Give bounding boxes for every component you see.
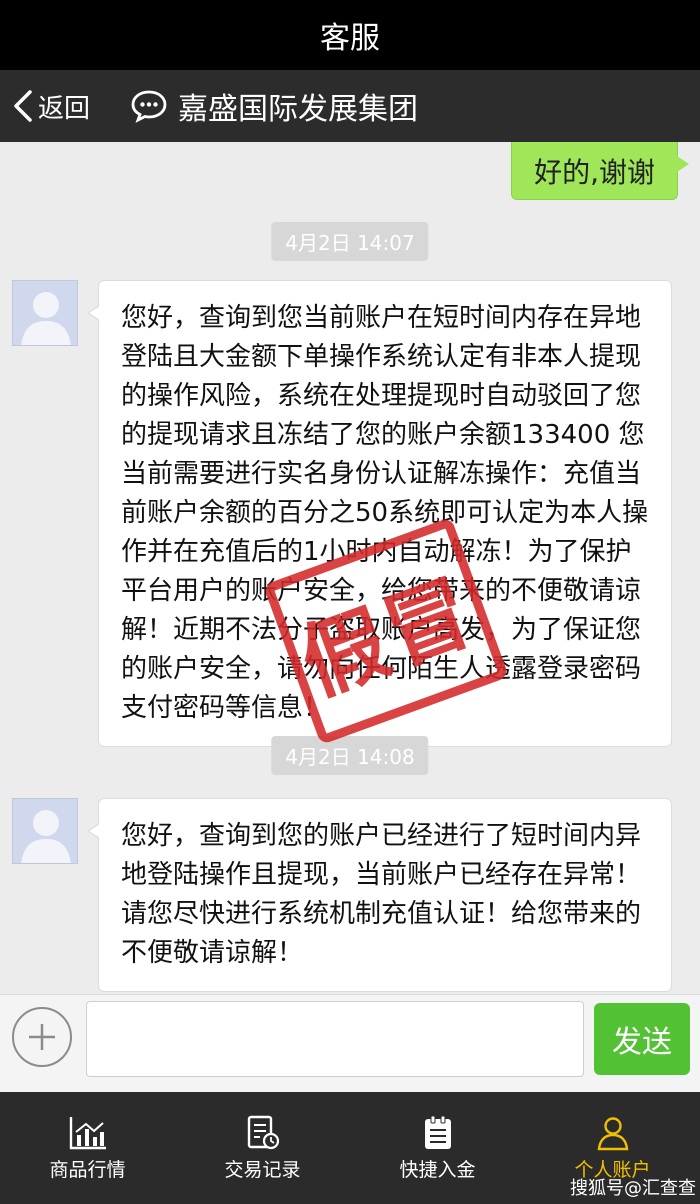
add-attachment-button[interactable] [12, 1007, 72, 1067]
tab-records[interactable]: 交易记录 [175, 1092, 350, 1204]
chat-area[interactable]: 好的,谢谢 4月2日 14:07 您好，查询到您当前账户在短时间内存在异地登陆且… [0, 142, 700, 994]
chat-title: 嘉盛国际发展集团 [178, 92, 419, 127]
record-icon [247, 1115, 279, 1149]
back-button[interactable]: 返回 [12, 88, 90, 125]
incoming-message: 您好，查询到您的账户已经进行了短时间内异地登陆操作且提现，当前账户已经存在异常！… [87, 798, 672, 992]
user-icon [597, 1116, 628, 1150]
chat-navbar: 返回 嘉盛国际发展集团 [0, 70, 700, 142]
incoming-message: 您好，查询到您当前账户在短时间内存在异地登陆且大金额下单操作系统认定有非本人提现… [87, 280, 672, 747]
tab-label: 快捷入金 [399, 1158, 476, 1181]
header-title: 客服 [320, 21, 380, 56]
default-avatar-icon [21, 292, 71, 345]
tab-market[interactable]: 商品行情 [0, 1092, 175, 1204]
message-timestamp: 4月2日 14:08 [271, 736, 429, 775]
outgoing-message: 好的,谢谢 [511, 142, 689, 200]
send-button[interactable]: 发送 [594, 1003, 690, 1075]
agent-avatar [12, 798, 78, 864]
message-input-bar: 发送 [0, 994, 700, 1092]
tab-deposit[interactable]: 快捷入金 [350, 1092, 525, 1204]
chat-bubble-icon [131, 90, 167, 123]
tab-label: 交易记录 [224, 1158, 301, 1181]
source-watermark: 搜狐号@汇查查 [570, 1178, 696, 1199]
message-input[interactable] [86, 1001, 584, 1077]
plus-icon [29, 1024, 55, 1050]
app-header: 客服 [0, 0, 700, 70]
chevron-left-icon [14, 90, 32, 122]
agent-avatar [12, 280, 78, 346]
deposit-icon [424, 1115, 451, 1149]
back-label: 返回 [38, 93, 91, 124]
message-timestamp: 4月2日 14:07 [271, 222, 429, 261]
default-avatar-icon [21, 810, 71, 863]
chat-title-group: 嘉盛国际发展集团 [130, 84, 418, 128]
chart-icon [69, 1116, 106, 1149]
tab-label: 商品行情 [49, 1158, 126, 1181]
